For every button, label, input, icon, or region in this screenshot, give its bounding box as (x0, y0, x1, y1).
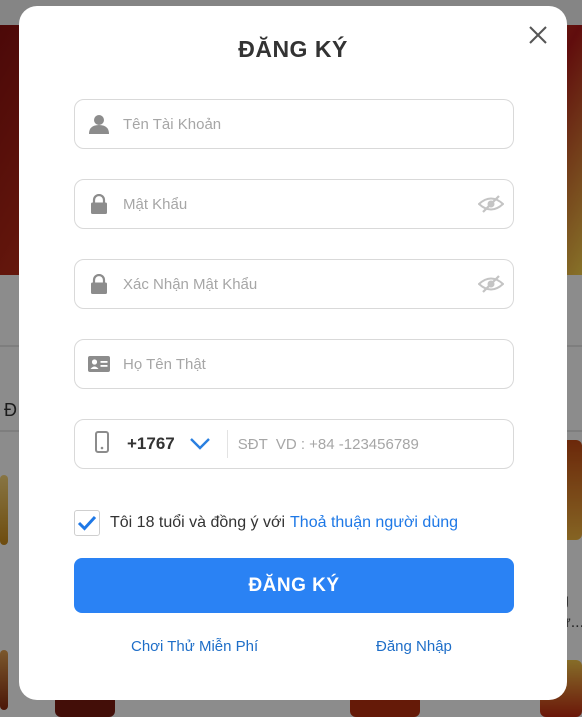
agreement-row: Tôi 18 tuổi và đồng ý với Thoả thuận ngư… (74, 510, 458, 536)
eye-off-icon[interactable] (469, 260, 513, 308)
country-code-value: +1767 (127, 434, 175, 453)
register-button[interactable]: ĐĂNG KÝ (74, 558, 514, 613)
user-agreement-link[interactable]: Thoả thuận người dùng (290, 514, 458, 532)
country-code-select[interactable]: +1767 (75, 420, 211, 468)
login-link[interactable]: Đăng Nhập (376, 638, 452, 655)
phone-input[interactable] (237, 420, 513, 468)
user-icon (75, 100, 123, 148)
agreement-checkbox[interactable] (74, 510, 100, 536)
chevron-down-icon[interactable] (189, 437, 211, 451)
real-name-input[interactable] (123, 340, 513, 388)
lock-icon (75, 180, 123, 228)
lock-icon (75, 260, 123, 308)
phone-icon (95, 430, 109, 458)
id-card-icon (75, 340, 123, 388)
password-input[interactable] (123, 180, 469, 228)
free-play-link[interactable]: Chơi Thử Miễn Phí (131, 638, 258, 655)
agreement-text: Tôi 18 tuổi và đồng ý với (110, 514, 286, 531)
checkmark-icon (77, 515, 97, 531)
phone-field: +1767 (74, 419, 514, 469)
close-icon[interactable] (525, 22, 551, 48)
phone-divider (226, 430, 228, 458)
username-field (74, 99, 514, 149)
eye-off-icon[interactable] (469, 180, 513, 228)
real-name-field (74, 339, 514, 389)
confirm-password-input[interactable] (123, 260, 469, 308)
username-input[interactable] (123, 100, 513, 148)
password-field (74, 179, 514, 229)
confirm-password-field (74, 259, 514, 309)
register-modal: ĐĂNG KÝ Tên Tài Khoản Họ Tên Thật +1767 … (19, 6, 567, 700)
modal-title: ĐĂNG KÝ (238, 36, 348, 62)
close-button[interactable] (525, 22, 551, 48)
